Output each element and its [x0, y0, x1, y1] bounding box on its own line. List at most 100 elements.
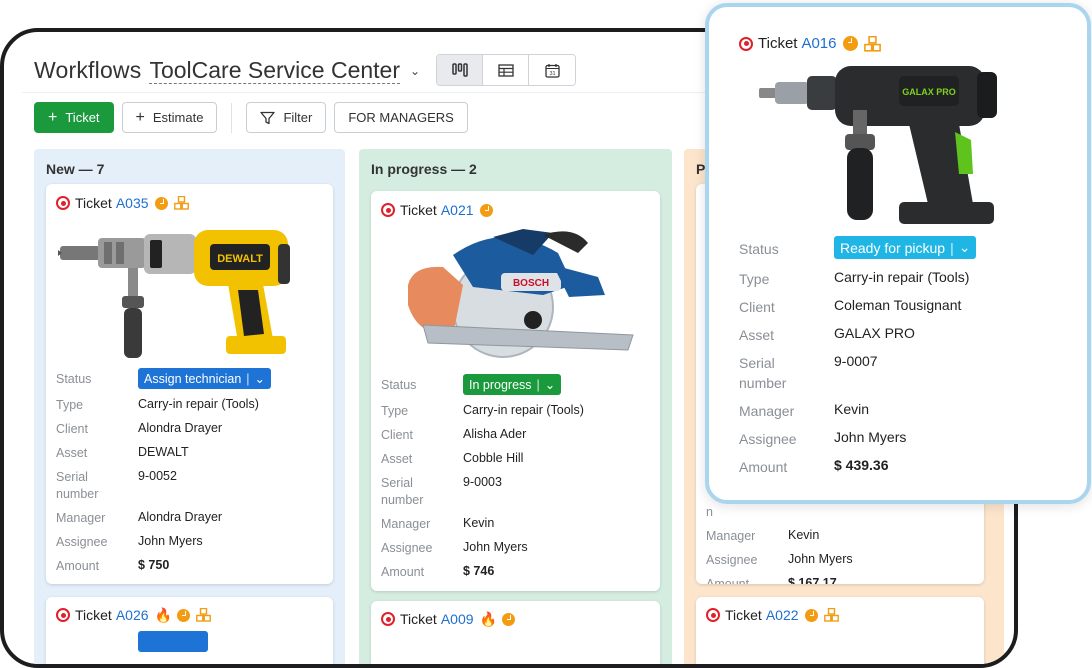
status-label: Status — [381, 378, 417, 392]
clock-icon — [176, 608, 190, 622]
ticket-label: Ticket — [725, 607, 762, 623]
amount-value: $ 167.17 — [788, 576, 837, 584]
fire-icon: 🔥 — [479, 611, 497, 627]
type-label: Type — [739, 271, 770, 287]
ticket-label: Ticket — [75, 195, 112, 211]
ticket-id-link[interactable]: A022 — [766, 607, 799, 623]
status-dropdown[interactable] — [138, 631, 208, 652]
assignee-label: Assignee — [381, 541, 433, 555]
view-switcher: 31 — [436, 54, 577, 86]
card-header: Ticket A026 🔥 — [56, 607, 215, 623]
column-new: New — 7 Ticket A035 DEWALT Status Assign… — [34, 149, 345, 664]
chevron-down-icon[interactable]: ⌄ — [410, 64, 420, 78]
ticket-label: Ticket — [400, 202, 437, 218]
chevron-down-icon: ⌄ — [958, 239, 971, 255]
amount-value: $ 750 — [138, 558, 170, 572]
ticket-card-a026[interactable]: Ticket A026 🔥 — [46, 597, 333, 664]
column-title: New — 7 — [46, 161, 105, 177]
svg-text:DEWALT: DEWALT — [217, 253, 263, 265]
add-estimate-button[interactable]: + Estimate — [121, 102, 218, 133]
clock-icon — [501, 612, 515, 626]
page-header: Workflows ToolCare Service Center ⌄ 31 — [34, 50, 577, 90]
card-header: Ticket A022 — [706, 607, 843, 623]
serial-label: Serial — [381, 476, 413, 490]
ticket-card-a022[interactable]: Ticket A022 — [696, 597, 984, 664]
chevron-down-icon: ⌄ — [544, 378, 556, 392]
amount-label: Amount — [381, 565, 425, 579]
filter-label: Filter — [283, 110, 313, 125]
amount-label: Amount — [739, 459, 788, 475]
toolbar: + Ticket + Estimate Filter FOR MANAGERS — [34, 102, 476, 133]
column-in-progress: In progress — 2 Ticket A021 BOSCH Status… — [359, 149, 672, 664]
filter-button[interactable]: Filter — [246, 102, 327, 133]
ticket-id-link[interactable]: A026 — [116, 607, 149, 623]
kanban-view-button[interactable] — [437, 55, 484, 85]
manager-value: Kevin — [788, 528, 820, 542]
serial-label-2: number — [56, 487, 99, 501]
type-value: Carry-in repair (Tools) — [834, 269, 970, 285]
client-value: Alondra Drayer — [138, 421, 223, 435]
boxes-icon — [823, 608, 839, 622]
amount-label: Amount — [56, 559, 100, 573]
assignee-label: Assignee — [56, 535, 108, 549]
manager-value: Alondra Drayer — [138, 510, 223, 524]
boxes-icon — [196, 608, 211, 622]
ticket-details: Status Assign technician | ⌄ Type Carry-… — [56, 368, 326, 573]
tool-image-dewalt-drill: DEWALT — [58, 230, 290, 358]
ticket-popover-a016[interactable]: Ticket A016 GALAX PRO Status Ready for p… — [705, 3, 1091, 504]
svg-text:GALAX PRO: GALAX PRO — [902, 87, 956, 97]
add-estimate-label: Estimate — [152, 110, 204, 125]
manager-label: Manager — [381, 517, 431, 531]
table-view-button[interactable] — [483, 55, 530, 85]
assignee-value: John Myers — [463, 540, 528, 554]
toolbar-divider — [231, 102, 233, 133]
asset-label: Asset — [56, 446, 88, 460]
kanban-icon — [451, 63, 468, 77]
asset-label: Asset — [381, 452, 413, 466]
asset-value: Cobble Hill — [463, 451, 524, 465]
filter-icon — [260, 111, 276, 125]
status-value: In progress — [469, 377, 532, 392]
type-label: Type — [381, 404, 409, 418]
serial-label: Serial — [739, 355, 775, 371]
serial-value: 9-0007 — [834, 353, 878, 369]
assignee-value: John Myers — [138, 534, 203, 548]
ticket-id-link[interactable]: A035 — [116, 195, 149, 211]
ticket-card-a021[interactable]: Ticket A021 BOSCH Status In progress | ⌄… — [371, 191, 660, 591]
ticket-id-link[interactable]: A009 — [441, 611, 474, 627]
ticket-card-a035[interactable]: Ticket A035 DEWALT Status Assign technic… — [46, 184, 333, 584]
status-dropdown[interactable]: In progress | ⌄ — [463, 374, 562, 395]
status-dropdown[interactable]: Ready for pickup | ⌄ — [834, 236, 977, 259]
card-header: Ticket A035 — [56, 195, 193, 211]
client-label: Client — [739, 299, 775, 315]
ticket-id-link[interactable]: A021 — [441, 202, 474, 218]
clock-icon — [479, 203, 493, 217]
calendar-view-button[interactable]: 31 — [529, 55, 576, 85]
client-label: Client — [381, 428, 413, 442]
status-dropdown[interactable]: Assign technician | ⌄ — [138, 368, 272, 389]
client-label: Client — [56, 422, 88, 436]
target-icon — [739, 36, 753, 51]
serial-label-2: n — [706, 505, 713, 519]
target-icon — [56, 608, 70, 622]
ticket-card-a009[interactable]: Ticket A009 🔥 — [371, 601, 660, 664]
type-label: Type — [56, 398, 84, 412]
ticket-id-link[interactable]: A016 — [801, 35, 836, 52]
ticket-label: Ticket — [400, 611, 437, 627]
target-icon — [381, 203, 395, 217]
service-center-selector[interactable]: ToolCare Service Center — [149, 57, 401, 84]
add-ticket-button[interactable]: + Ticket — [34, 102, 114, 133]
type-value: Carry-in repair (Tools) — [138, 397, 259, 411]
assignee-label: Assignee — [739, 431, 797, 447]
clock-icon — [804, 608, 818, 622]
ticket-label: Ticket — [758, 35, 798, 52]
fire-icon: 🔥 — [154, 607, 172, 623]
for-managers-button[interactable]: FOR MANAGERS — [334, 102, 468, 133]
ticket-label: Ticket — [75, 607, 112, 623]
status-label: Status — [56, 372, 92, 386]
assignee-value: John Myers — [788, 552, 853, 566]
target-icon — [706, 608, 720, 622]
tool-image-bosch-saw: BOSCH — [408, 229, 634, 358]
client-value: Alisha Ader — [463, 427, 527, 441]
card-header: Ticket A016 — [739, 35, 885, 52]
